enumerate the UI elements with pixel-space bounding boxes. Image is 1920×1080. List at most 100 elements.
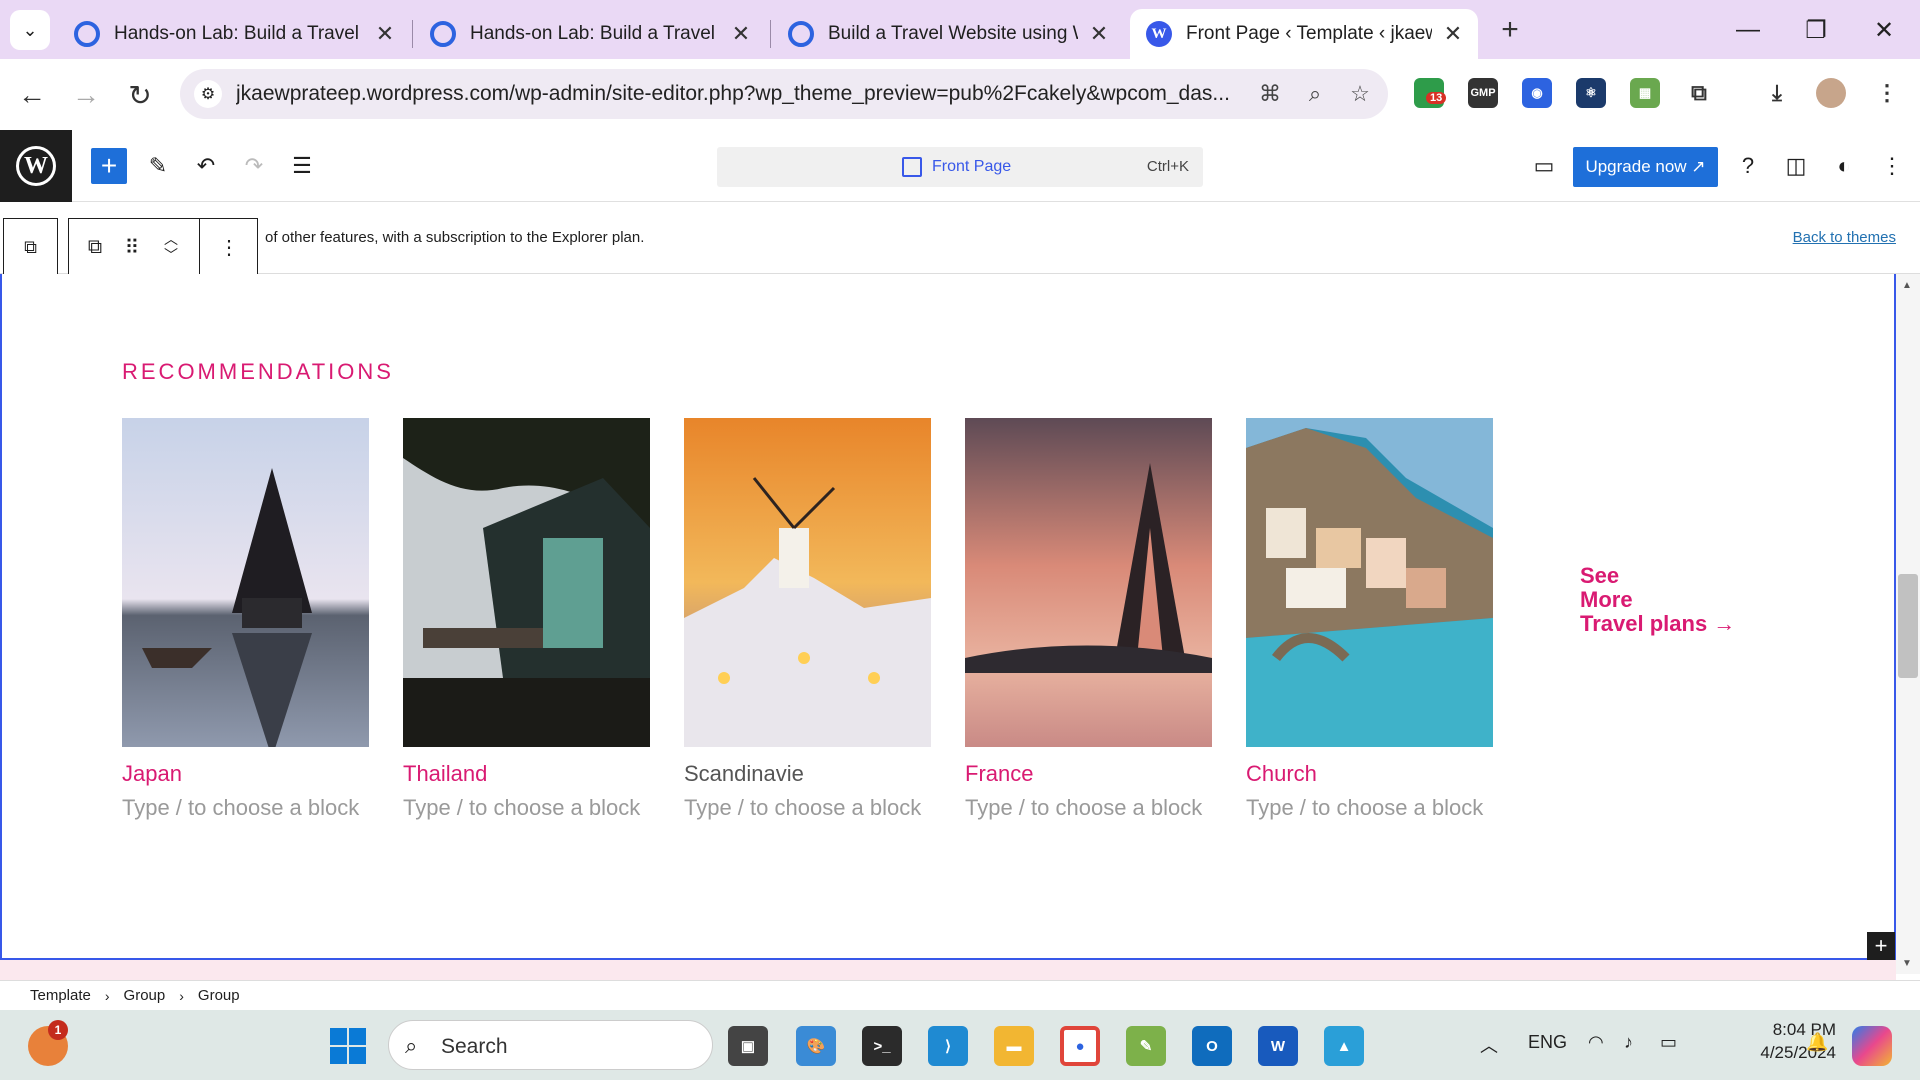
reload-icon[interactable]: ↻ <box>122 77 158 113</box>
upgrade-now-button[interactable]: Upgrade now ↗ <box>1573 147 1718 187</box>
block-placeholder[interactable]: Type / to choose a block <box>684 795 931 821</box>
select-parent-block-button[interactable]: ⧉ <box>3 218 58 276</box>
extensions-puzzle-icon[interactable]: ⧉ <box>1684 78 1714 108</box>
japan-image[interactable] <box>122 418 369 747</box>
back-arrow-icon[interactable]: ← <box>14 77 50 113</box>
see-more-travel-plans-link[interactable]: See More Travel plans → <box>1580 563 1735 637</box>
download-icon[interactable]: ⤓ <box>1762 78 1792 108</box>
zoom-icon[interactable]: ⌕ <box>1300 79 1330 109</box>
breadcrumb-item-template[interactable]: Template <box>30 987 91 1004</box>
close-icon[interactable]: ✕ <box>374 21 396 47</box>
volume-icon[interactable]: ♪ <box>1624 1032 1633 1053</box>
canvas-add-block-button[interactable]: + <box>1867 932 1895 960</box>
document-overview-icon[interactable]: ☰ <box>284 148 320 184</box>
extension-camera-icon[interactable]: ◉ <box>1522 78 1552 108</box>
command-palette-bar[interactable]: Front Page Ctrl+K <box>717 147 1203 187</box>
paint-app-icon[interactable]: 🎨 <box>796 1026 836 1066</box>
start-button[interactable] <box>328 1026 368 1066</box>
destination-card[interactable]: Japan Type / to choose a block <box>122 418 369 821</box>
styles-contrast-icon[interactable]: ◐ <box>1826 148 1862 184</box>
taskbar-search-box[interactable]: ⌕ Search <box>388 1020 713 1070</box>
close-icon[interactable]: ✕ <box>730 21 752 47</box>
browser-tab-1[interactable]: G Hands-on Lab: Build a Travel W ✕ <box>58 9 410 59</box>
group-block-icon[interactable]: ⧉ <box>77 219 113 275</box>
url-text[interactable]: jkaewprateep.wordpress.com/wp-admin/site… <box>236 82 1246 106</box>
add-block-button[interactable]: + <box>91 148 127 184</box>
restore-button[interactable]: ❐ <box>1788 8 1844 52</box>
destination-card[interactable]: Church Type / to choose a block <box>1246 418 1493 821</box>
card-title[interactable]: Japan <box>122 761 369 787</box>
destination-card[interactable]: France Type / to choose a block <box>965 418 1212 821</box>
photos-app-icon[interactable]: ▲ <box>1324 1026 1364 1066</box>
block-placeholder[interactable]: Type / to choose a block <box>403 795 650 821</box>
scroll-down-arrow-icon[interactable]: ▼ <box>1902 958 1912 969</box>
block-options-icon[interactable]: ⋮ <box>209 219 249 275</box>
options-menu-icon[interactable]: ⋮ <box>1874 148 1910 184</box>
address-bar[interactable]: ⚙ jkaewprateep.wordpress.com/wp-admin/si… <box>180 69 1388 119</box>
device-preview-icon[interactable]: ▭ <box>1526 148 1562 184</box>
tab-search-button[interactable]: ⌄ <box>10 10 50 50</box>
translate-icon[interactable]: ⌘ <box>1255 79 1285 109</box>
destination-card[interactable]: Thailand Type / to choose a block <box>403 418 650 821</box>
chevron-down-icon[interactable]: ﹀ <box>164 247 178 263</box>
scandinavie-image[interactable] <box>684 418 931 747</box>
browser-tab-2[interactable]: G Hands-on Lab: Build a Travel W ✕ <box>414 9 766 59</box>
block-placeholder[interactable]: Type / to choose a block <box>1246 795 1493 821</box>
wifi-icon[interactable]: ◠ <box>1588 1032 1604 1053</box>
taskview-icon[interactable]: ▣ <box>728 1026 768 1066</box>
image-editor-app-icon[interactable]: ✎ <box>1126 1026 1166 1066</box>
scroll-up-arrow-icon[interactable]: ▲ <box>1902 280 1912 291</box>
extension-react-icon[interactable]: ⚛ <box>1576 78 1606 108</box>
redo-icon[interactable]: ↷ <box>236 148 272 184</box>
battery-icon[interactable]: ▭ <box>1660 1032 1677 1053</box>
extension-grammar-icon[interactable]: 13 <box>1414 78 1447 108</box>
new-tab-button[interactable]: + <box>1492 12 1528 48</box>
close-icon[interactable]: ✕ <box>1088 21 1110 47</box>
browser-tab-3[interactable]: G Build a Travel Website using W ✕ <box>772 9 1124 59</box>
close-window-button[interactable]: ✕ <box>1856 8 1912 52</box>
notification-bell-icon[interactable]: 🔔 <box>1806 1032 1828 1053</box>
destination-card[interactable]: Scandinavie Type / to choose a block <box>684 418 931 821</box>
forward-arrow-icon[interactable]: → <box>68 77 104 113</box>
breadcrumb-item-group[interactable]: Group <box>198 987 240 1004</box>
extension-sheet-icon[interactable]: ▦ <box>1630 78 1660 108</box>
editor-canvas[interactable]: RECOMMENDATIONS Japan Type / to choose a… <box>0 274 1896 960</box>
word-app-icon[interactable]: W <box>1258 1026 1298 1066</box>
weather-widget-icon[interactable]: 1 <box>28 1020 68 1066</box>
browser-tab-4-active[interactable]: W Front Page ‹ Template ‹ jkaewpr ✕ <box>1130 9 1478 59</box>
edit-tools-icon[interactable]: ✎ <box>140 148 176 184</box>
site-info-icon[interactable]: ⚙ <box>194 80 222 108</box>
card-title[interactable]: Thailand <box>403 761 650 787</box>
help-icon[interactable]: ? <box>1730 148 1766 184</box>
scrollbar-thumb[interactable] <box>1898 574 1918 678</box>
move-up-down-control[interactable]: ︿ ﹀ <box>151 219 191 275</box>
back-to-themes-link[interactable]: Back to themes <box>1793 229 1896 246</box>
drag-handle-icon[interactable]: ⠿ <box>117 219 147 275</box>
card-title[interactable]: Church <box>1246 761 1493 787</box>
profile-avatar[interactable] <box>1816 78 1846 108</box>
undo-icon[interactable]: ↶ <box>188 148 224 184</box>
thailand-image[interactable] <box>403 418 650 747</box>
vscode-app-icon[interactable]: ⟩ <box>928 1026 968 1066</box>
file-explorer-icon[interactable]: ▬ <box>994 1026 1034 1066</box>
card-title[interactable]: Scandinavie <box>684 761 931 787</box>
browser-menu-icon[interactable]: ⋮ <box>1872 78 1902 108</box>
chevron-up-icon[interactable]: ︿ <box>1480 1032 1498 1058</box>
language-indicator[interactable]: ENG <box>1528 1032 1567 1053</box>
wordpress-logo-button[interactable]: W <box>0 130 72 202</box>
recommendations-heading[interactable]: RECOMMENDATIONS <box>122 359 394 385</box>
bookmark-star-icon[interactable]: ☆ <box>1345 79 1375 109</box>
chevron-up-icon[interactable]: ︿ <box>164 231 178 247</box>
close-icon[interactable]: ✕ <box>1442 21 1464 47</box>
copilot-app-icon[interactable] <box>1852 1026 1892 1066</box>
terminal-app-icon[interactable]: >_ <box>862 1026 902 1066</box>
church-image[interactable] <box>1246 418 1493 747</box>
minimize-button[interactable]: — <box>1720 8 1776 52</box>
settings-sidebar-icon[interactable]: ◫ <box>1778 148 1814 184</box>
france-image[interactable] <box>965 418 1212 747</box>
outlook-app-icon[interactable]: O <box>1192 1026 1232 1066</box>
breadcrumb-item-group[interactable]: Group <box>124 987 166 1004</box>
block-placeholder[interactable]: Type / to choose a block <box>122 795 369 821</box>
card-title[interactable]: France <box>965 761 1212 787</box>
chrome-app-icon[interactable]: ● <box>1060 1026 1100 1066</box>
